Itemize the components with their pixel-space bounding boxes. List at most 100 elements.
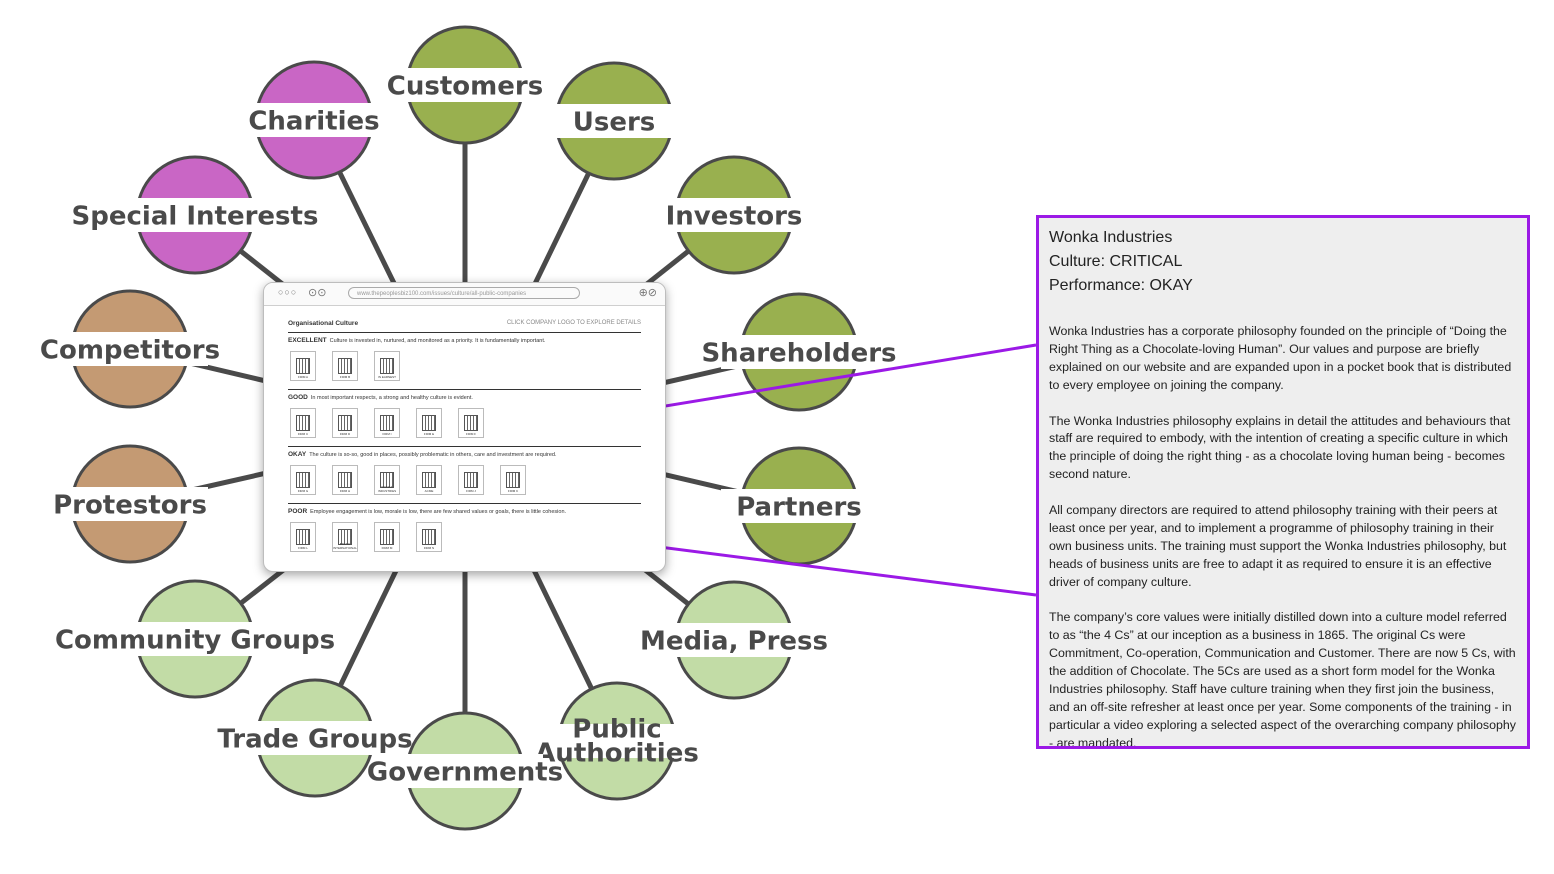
company-name: Wonka Industries [1049, 229, 1173, 246]
stakeholder-label: Partners [736, 493, 862, 523]
company-logo-button[interactable]: FIRM B [332, 351, 358, 381]
building-icon [464, 472, 478, 488]
building-icon [464, 415, 478, 431]
company-logo-button[interactable]: FIRM D [332, 408, 358, 438]
company-logo-label: FIRM L [298, 546, 308, 550]
company-logo-button[interactable]: FIRM H [332, 465, 358, 495]
company-logo-button[interactable]: ACME [416, 465, 442, 495]
address-bar[interactable]: www.thepeoplesbiz100.com/issues/culture/… [348, 287, 580, 299]
category-heading: OKAY The culture is so-so, good in places… [288, 451, 641, 458]
company-logo-button[interactable]: WONKA INDUSTRIES [374, 465, 400, 495]
company-logo-label: FIRM N [423, 546, 435, 550]
culture-category: POOR Employee engagement is low, morale i… [288, 503, 641, 560]
company-logo-button[interactable]: FIRM L [290, 522, 316, 552]
company-logo-button[interactable]: IN EARNEST [374, 351, 400, 381]
window-controls-icon[interactable]: ○○○ [278, 287, 297, 297]
category-level: POOR [288, 508, 308, 515]
page-title: Organisational Culture [288, 320, 359, 327]
category-heading: POOR Employee engagement is low, morale i… [288, 508, 641, 515]
category-description: Culture is invested in, nurtured, and mo… [329, 338, 546, 344]
company-logo-button[interactable]: FIRM G [290, 465, 316, 495]
stakeholder-node[interactable]: Charities [236, 60, 392, 180]
stakeholder-label: Competitors [40, 336, 220, 366]
description-paragraph: Wonka Industries has a corporate philoso… [1049, 324, 1512, 392]
stakeholder-label: Charities [248, 107, 379, 137]
stakeholder-node[interactable]: Partners [721, 446, 877, 566]
category-level: OKAY [288, 451, 307, 458]
stakeholder-label: Investors [666, 202, 803, 232]
stakeholder-node[interactable]: Shareholders [701, 292, 897, 412]
building-icon [380, 415, 394, 431]
company-logo-button[interactable]: FIRM N [416, 522, 442, 552]
company-logo-label: ACME [424, 489, 434, 493]
company-logo-button[interactable]: FIRM I [374, 408, 400, 438]
category-level: EXCELLENT [288, 337, 327, 344]
company-logo-label: FIRM I [382, 432, 392, 436]
description-paragraph: The Wonka Industries philosophy explains… [1049, 413, 1511, 482]
company-logo-label: FIRM D [339, 432, 351, 436]
company-logo-button[interactable]: FIRM M [374, 522, 400, 552]
company-logo-button[interactable]: FIRM K [500, 465, 526, 495]
stakeholder-label: Trade Groups [217, 725, 412, 755]
company-logo-button[interactable]: BRAND INTERNATIONAL [332, 522, 358, 552]
company-logo-label: FIRM C [297, 432, 309, 436]
company-description: Wonka Industries has a corporate philoso… [1049, 323, 1517, 746]
company-logo-label: FIRM J [466, 489, 476, 493]
stakeholder-label: Users [573, 108, 656, 138]
company-logo-label: FIRM B [339, 375, 351, 379]
building-icon [422, 415, 436, 431]
description-paragraph: All company directors are required to at… [1049, 503, 1507, 589]
building-icon [338, 472, 352, 488]
culture-category: OKAY The culture is so-so, good in places… [288, 446, 641, 503]
building-icon [338, 415, 352, 431]
building-icon [338, 358, 352, 374]
category-description: The culture is so-so, good in places, po… [309, 452, 557, 458]
company-logo-label: FIRM M [381, 546, 393, 550]
category-heading: GOOD In most important respects, a strong… [288, 394, 641, 401]
category-heading: EXCELLENT Culture is invested in, nurture… [288, 337, 641, 344]
category-description: In most important respects, a strong and… [310, 395, 473, 401]
building-icon [296, 472, 310, 488]
building-icon [296, 358, 310, 374]
stakeholder-node[interactable]: Community Groups [55, 579, 335, 699]
stakeholder-label: Protestors [53, 491, 207, 521]
company-logo-label: FIRM E [423, 432, 435, 436]
building-icon [296, 529, 310, 545]
stakeholder-node[interactable]: Users [536, 61, 692, 181]
company-logo-label: IN EARNEST [377, 375, 396, 379]
culture-category: GOOD In most important respects, a strong… [288, 389, 641, 446]
stakeholder-label: Governments [367, 758, 563, 788]
stakeholder-node[interactable]: Customers [387, 25, 543, 145]
company-logo-label: FIRM F [466, 432, 476, 436]
company-logo-button[interactable]: FIRM E [416, 408, 442, 438]
stakeholder-node[interactable]: Special Interests [72, 155, 319, 275]
company-logo-button[interactable]: FIRM C [290, 408, 316, 438]
stakeholder-label: Special Interests [72, 202, 319, 232]
building-icon [380, 358, 394, 374]
company-logo-label: FIRM A [297, 375, 308, 379]
company-logo-button[interactable]: FIRM A [290, 351, 316, 381]
building-icon [296, 415, 310, 431]
category-description: Employee engagement is low, morale is lo… [310, 509, 567, 515]
building-icon [506, 472, 520, 488]
company-logo-label: FIRM G [297, 489, 309, 493]
company-logo-label: FIRM H [339, 489, 351, 493]
stakeholder-node[interactable]: Protestors [52, 444, 208, 564]
page-instruction: CLICK COMPANY LOGO TO EXPLORE DETAILS [506, 320, 641, 326]
stakeholder-label: Media, Press [640, 627, 828, 657]
culture-rating: Culture: CRITICAL [1049, 253, 1183, 270]
company-logo-button[interactable]: FIRM F [458, 408, 484, 438]
company-logo-label: BRAND INTERNATIONAL [333, 542, 357, 550]
stakeholder-node[interactable]: Competitors [40, 289, 220, 409]
stakeholder-label: Customers [387, 72, 543, 102]
building-icon [422, 472, 436, 488]
building-icon [422, 529, 436, 545]
stakeholder-node[interactable]: Media, Press [640, 580, 828, 700]
browser-actions-icon[interactable]: ⊕⊘ [639, 286, 657, 299]
stakeholder-label: Shareholders [701, 339, 896, 369]
company-logo-button[interactable]: FIRM J [458, 465, 484, 495]
company-detail-panel: Wonka Industries Culture: CRITICAL Perfo… [1036, 215, 1530, 749]
nav-arrows-icon[interactable]: ⊙⊙ [308, 286, 326, 299]
category-level: GOOD [288, 394, 308, 401]
browser-window: ○○○ ⊙⊙ www.thepeoplesbiz100.com/issues/c… [263, 282, 666, 572]
